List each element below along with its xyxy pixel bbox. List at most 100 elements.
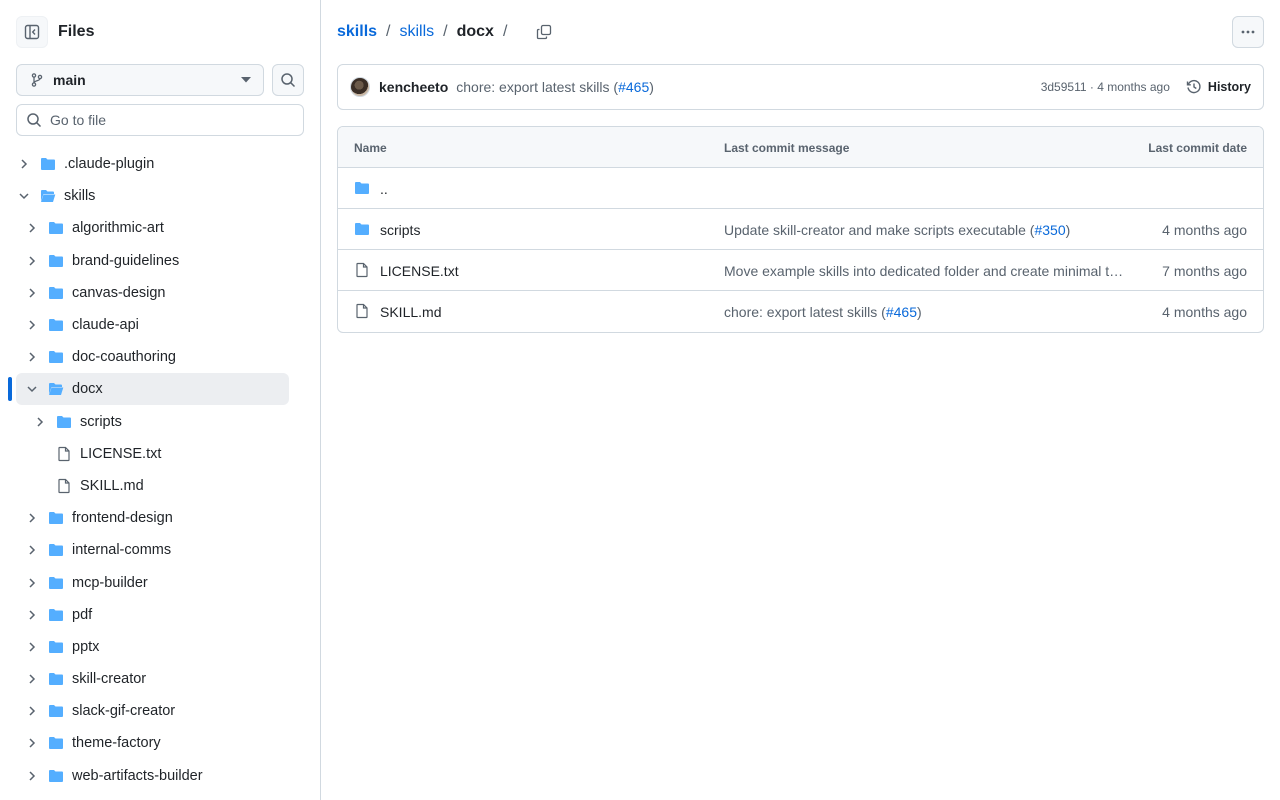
chevron-right-icon[interactable] <box>26 673 38 685</box>
folder-icon <box>48 317 64 333</box>
commit-message-text: chore: export latest skills ( <box>724 304 886 320</box>
sidebar-collapse-icon <box>24 24 40 40</box>
folder-icon <box>48 253 64 269</box>
parent-directory-row[interactable]: .. <box>338 168 1263 209</box>
commit-meta[interactable]: 3d59511 · 4 months ago <box>1041 80 1170 94</box>
tree-folder-item[interactable]: internal-comms <box>0 534 320 566</box>
copy-icon <box>537 24 552 40</box>
folder-icon <box>48 639 64 655</box>
kebab-horizontal-icon <box>1241 30 1255 34</box>
chevron-right-icon[interactable] <box>26 770 38 782</box>
tree-folder-item[interactable]: theme-factory <box>0 727 320 759</box>
branch-selector[interactable]: main <box>16 64 264 96</box>
tree-folder-item[interactable]: claude-api <box>0 309 320 341</box>
tree-folder-item[interactable]: .claude-plugin <box>0 148 320 180</box>
more-options-button[interactable] <box>1232 16 1264 48</box>
file-name-link[interactable]: LICENSE.txt <box>380 263 459 279</box>
chevron-right-icon[interactable] <box>26 577 38 589</box>
pr-link[interactable]: #350 <box>1034 222 1065 238</box>
chevron-right-icon[interactable] <box>34 416 46 428</box>
folder-icon <box>48 768 64 784</box>
tree-item-label: canvas-design <box>72 284 166 301</box>
branch-name: main <box>53 72 86 88</box>
tree-item-label: algorithmic-art <box>72 220 164 237</box>
tree-item-label: scripts <box>80 413 122 430</box>
chevron-right-icon[interactable] <box>26 609 38 621</box>
breadcrumb: skills / skills / docx / <box>337 20 552 44</box>
caret-down-icon <box>241 77 251 83</box>
tree-item-label: internal-comms <box>72 542 172 559</box>
chevron-right-icon[interactable] <box>26 222 38 234</box>
column-header-date: Last commit date <box>1148 141 1247 155</box>
tree-item-label: .claude-plugin <box>64 156 155 173</box>
tree-folder-item[interactable]: mcp-builder <box>0 566 320 598</box>
tree-folder-item[interactable]: doc-coauthoring <box>0 341 320 373</box>
file-row[interactable]: scripts Update skill-creator and make scr… <box>338 209 1263 250</box>
search-files-button[interactable] <box>272 64 304 96</box>
breadcrumb-current: docx <box>456 23 494 40</box>
tree-folder-item[interactable]: frontend-design <box>0 502 320 534</box>
breadcrumb-folder-link[interactable]: skills <box>399 23 434 41</box>
column-header-name: Name <box>354 141 387 155</box>
history-icon <box>1186 79 1201 94</box>
column-header-message: Last commit message <box>724 141 850 155</box>
commit-message-text: Move example skills into dedicated folde… <box>724 263 1124 279</box>
chevron-right-icon[interactable] <box>26 641 38 653</box>
chevron-right-icon[interactable] <box>26 319 38 331</box>
go-to-file-field[interactable] <box>16 104 304 136</box>
commit-author[interactable]: kencheeto <box>379 79 448 95</box>
tree-folder-item[interactable]: scripts <box>0 406 320 438</box>
folder-open-icon <box>40 188 56 204</box>
tree-folder-item[interactable]: pdf <box>0 599 320 631</box>
commit-message[interactable]: chore: export latest skills (#465) <box>456 79 654 95</box>
commit-message-close: ) <box>917 304 922 320</box>
last-commit-date: 4 months ago <box>1162 304 1247 320</box>
pr-link[interactable]: #465 <box>886 304 917 320</box>
last-commit-message[interactable]: Move example skills into dedicated folde… <box>724 263 1124 279</box>
file-tree: .claude-plugin skills algorithmic-art brand… <box>0 148 320 792</box>
last-commit-message[interactable]: chore: export latest skills (#465) <box>724 304 1124 320</box>
copy-path-button[interactable] <box>536 24 552 40</box>
tree-file-item[interactable]: LICENSE.txt <box>0 438 320 470</box>
tree-folder-item[interactable]: docx <box>0 373 320 406</box>
breadcrumb-repo-link[interactable]: skills <box>337 23 377 41</box>
tree-folder-item[interactable]: algorithmic-art <box>0 212 320 244</box>
collapse-sidebar-button[interactable] <box>16 16 48 48</box>
avatar[interactable] <box>350 77 370 97</box>
chevron-right-icon[interactable] <box>18 158 30 170</box>
tree-folder-item[interactable]: skills <box>0 180 320 212</box>
chevron-right-icon[interactable] <box>26 544 38 556</box>
chevron-down-icon[interactable] <box>26 383 38 395</box>
file-row[interactable]: LICENSE.txt Move example skills into dedi… <box>338 250 1263 291</box>
chevron-down-icon[interactable] <box>18 190 30 202</box>
chevron-right-icon[interactable] <box>26 287 38 299</box>
tree-folder-item[interactable]: brand-guidelines <box>0 245 320 277</box>
parent-directory-link[interactable]: .. <box>380 181 388 197</box>
folder-icon <box>354 180 370 196</box>
commit-pr-link[interactable]: #465 <box>618 79 649 95</box>
tree-folder-item[interactable]: pptx <box>0 631 320 663</box>
file-table: Name Last commit message Last commit dat… <box>337 126 1264 333</box>
file-name-link[interactable]: SKILL.md <box>380 304 441 320</box>
tree-item-label: mcp-builder <box>72 574 148 591</box>
tree-folder-item[interactable]: slack-gif-creator <box>0 695 320 727</box>
search-icon <box>281 73 296 88</box>
chevron-right-icon[interactable] <box>26 255 38 267</box>
tree-folder-item[interactable]: canvas-design <box>0 277 320 309</box>
tree-folder-item[interactable]: skill-creator <box>0 663 320 695</box>
chevron-right-icon[interactable] <box>26 705 38 717</box>
tree-folder-item[interactable]: web-artifacts-builder <box>0 760 320 792</box>
last-commit-message[interactable]: Update skill-creator and make scripts ex… <box>724 222 1124 238</box>
commit-message-text: Update skill-creator and make scripts ex… <box>724 222 1035 238</box>
history-button[interactable]: History <box>1186 79 1251 95</box>
search-icon <box>27 113 42 128</box>
folder-icon <box>48 285 64 301</box>
go-to-file-input[interactable] <box>50 112 290 128</box>
file-name-link[interactable]: scripts <box>380 222 420 238</box>
chevron-right-icon[interactable] <box>26 512 38 524</box>
chevron-right-icon[interactable] <box>26 351 38 363</box>
file-row[interactable]: SKILL.md chore: export latest skills (#46… <box>338 291 1263 332</box>
file-icon <box>354 303 370 319</box>
chevron-right-icon[interactable] <box>26 737 38 749</box>
tree-file-item[interactable]: SKILL.md <box>0 470 320 502</box>
